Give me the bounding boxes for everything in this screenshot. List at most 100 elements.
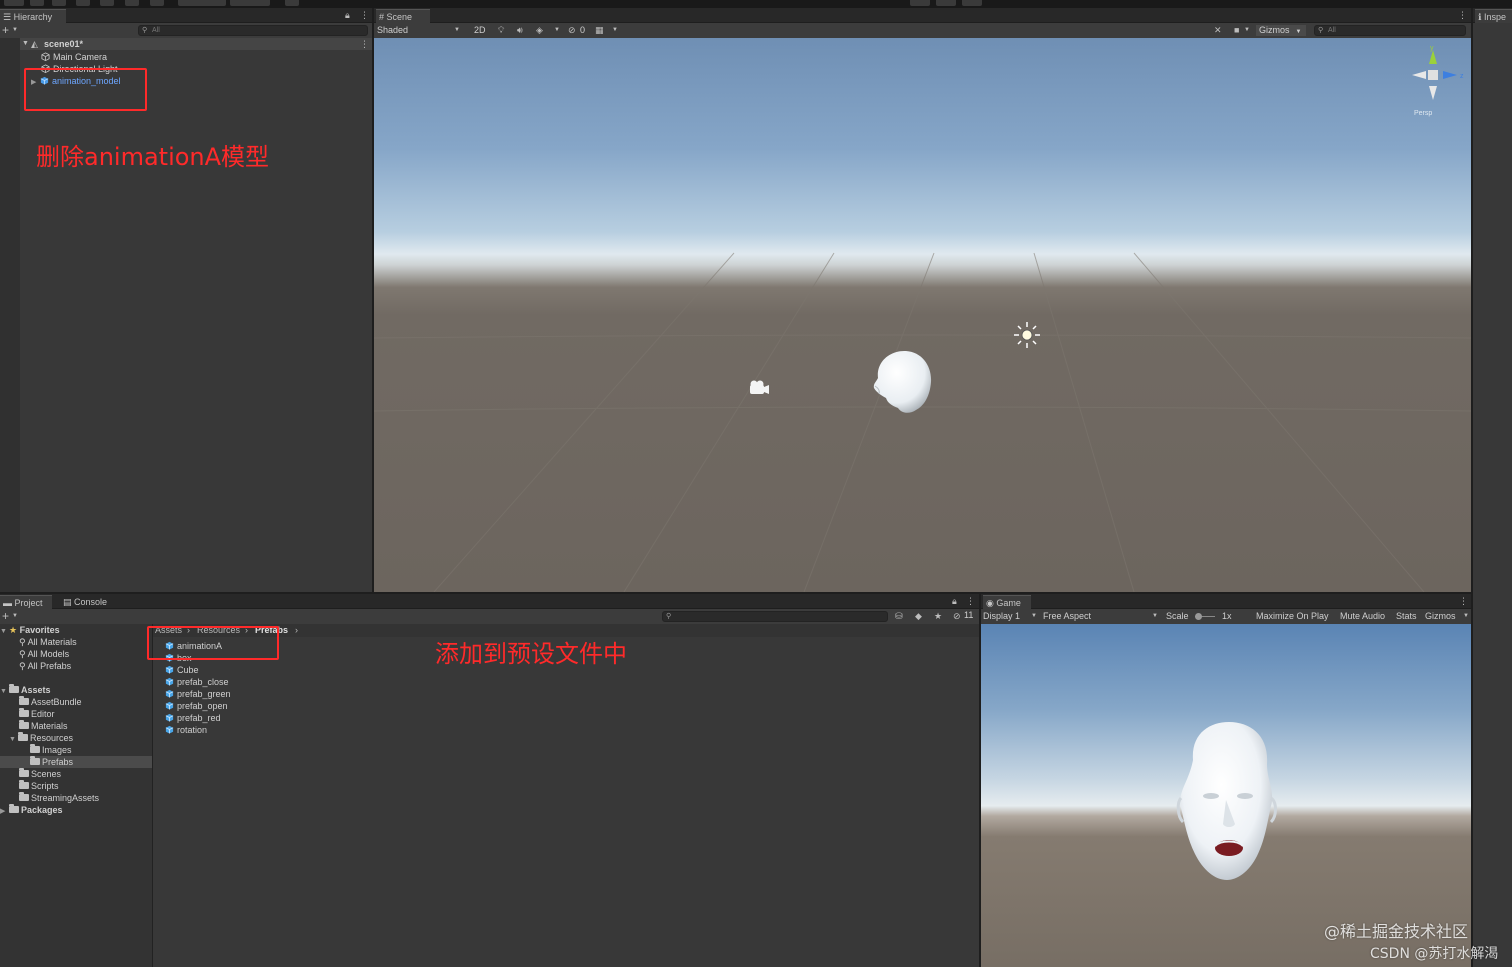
sun-icon[interactable] [1012, 320, 1042, 350]
lock-icon[interactable]: 🔒︎ [952, 595, 957, 607]
camera-icon[interactable]: ■ [1234, 24, 1239, 36]
tree-selection-bg [0, 756, 152, 768]
tree-favorites[interactable]: ▼ ★ Favorites [0, 624, 60, 636]
chevron-down-icon[interactable]: ▼ [22, 38, 29, 50]
label-icon[interactable]: ◆ [915, 610, 922, 622]
tree-folder[interactable]: Scripts [19, 780, 59, 792]
tool-button[interactable] [52, 0, 66, 6]
draw-mode-dropdown[interactable]: Shaded [377, 25, 408, 36]
tree-folder[interactable]: Materials [19, 720, 68, 732]
tree-packages[interactable]: ▶ Packages [0, 804, 63, 816]
chevron-down-icon[interactable]: ▼ [12, 610, 18, 622]
star-icon: ★ [9, 625, 18, 635]
head-model[interactable] [866, 348, 936, 418]
more-icon[interactable]: ⋮ [1458, 9, 1467, 21]
more-icon[interactable]: ⋮ [966, 595, 975, 607]
tool-button[interactable] [4, 0, 24, 6]
tool-button[interactable] [76, 0, 90, 6]
chevron-down-icon[interactable]: ▼ [1463, 610, 1469, 622]
stats-toggle[interactable]: Stats [1396, 611, 1417, 622]
pause-button[interactable] [936, 0, 956, 6]
tree-folder[interactable]: Scenes [19, 768, 61, 780]
file-item[interactable]: prefab_close [165, 676, 229, 688]
tab-game[interactable]: ◉ Game [983, 595, 1031, 609]
tree-folder[interactable]: StreamingAssets [19, 792, 99, 804]
gizmos-dropdown[interactable]: Gizmos ▼ [1256, 25, 1306, 36]
file-item[interactable]: prefab_red [165, 712, 221, 724]
tree-folder[interactable]: Images [30, 744, 72, 756]
chevron-down-icon[interactable]: ▼ [1244, 24, 1250, 36]
game-gizmos-toggle[interactable]: Gizmos [1425, 611, 1456, 622]
display-dropdown[interactable]: Display 1 [983, 611, 1020, 622]
local-button[interactable] [230, 0, 270, 6]
more-icon[interactable]: ⋮ [1459, 595, 1468, 607]
tree-all-materials[interactable]: ⚲ All Materials [19, 636, 77, 648]
filter-type-icon[interactable]: ⛁ [895, 610, 903, 622]
chevron-right-icon[interactable]: ▶ [0, 806, 9, 818]
orientation-gizmo[interactable]: y z Persp [1402, 42, 1471, 132]
tab-console[interactable]: ▤ Console [60, 595, 120, 609]
scale-slider-thumb[interactable] [1195, 613, 1202, 620]
camera-gizmo-icon[interactable] [746, 378, 772, 398]
hidden-objects-icon[interactable]: ⊘ [568, 24, 576, 36]
tree-resources[interactable]: ▼ Resources [9, 732, 73, 744]
tab-scene[interactable]: # Scene [376, 9, 430, 23]
toggle-2d-button[interactable]: 2D [474, 25, 486, 36]
tab-hierarchy[interactable]: ☰ Hierarchy [0, 9, 66, 23]
pivot-button[interactable] [178, 0, 226, 6]
chevron-down-icon[interactable]: ▼ [554, 24, 560, 36]
maximize-on-play-toggle[interactable]: Maximize On Play [1256, 611, 1329, 622]
lighting-icon[interactable]: 💡︎ [498, 24, 504, 36]
axis-label-y: y [1430, 45, 1434, 52]
chevron-down-icon[interactable]: ▼ [0, 626, 9, 638]
hidden-packages-icon[interactable]: ⊘ [953, 610, 961, 622]
grid-toggle-icon[interactable]: ▦ [595, 24, 604, 36]
chevron-down-icon[interactable]: ▼ [1031, 610, 1037, 622]
project-search-input[interactable]: ⚲ [662, 611, 888, 622]
more-icon[interactable]: ⋮ [360, 38, 369, 50]
hierarchy-item-main-camera[interactable]: Main Camera [41, 51, 107, 63]
game-viewport[interactable] [981, 624, 1471, 967]
scene-viewport[interactable]: y z Persp [374, 38, 1471, 592]
chevron-down-icon[interactable]: ▼ [1152, 610, 1158, 622]
play-button[interactable] [910, 0, 930, 6]
tab-inspector[interactable]: ℹ︎ Inspe [1475, 9, 1512, 23]
hierarchy-search-input[interactable]: ⚲ All [138, 25, 368, 36]
tools-icon[interactable]: ✕ [1214, 24, 1222, 36]
tab-project[interactable]: ▬ Project [0, 595, 52, 609]
chevron-down-icon[interactable]: ▼ [0, 686, 9, 698]
chevron-down-icon[interactable]: ▼ [9, 734, 18, 746]
chevron-down-icon[interactable]: ▼ [612, 24, 618, 36]
tree-assets[interactable]: ▼ Assets [0, 684, 51, 696]
file-item[interactable]: prefab_green [165, 688, 231, 700]
file-item[interactable]: Cube [165, 664, 199, 676]
chevron-down-icon[interactable]: ▼ [454, 24, 460, 36]
tool-button[interactable] [100, 0, 114, 6]
add-icon[interactable]: + [2, 24, 9, 36]
file-item[interactable]: prefab_open [165, 700, 228, 712]
tree-all-models[interactable]: ⚲ All Models [19, 648, 69, 660]
audio-icon[interactable]: 🔊︎ [517, 24, 523, 36]
tool-button[interactable] [30, 0, 44, 6]
aspect-dropdown[interactable]: Free Aspect [1043, 611, 1091, 622]
chevron-down-icon[interactable]: ▼ [12, 24, 18, 36]
snap-button[interactable] [285, 0, 299, 6]
star-icon[interactable]: ★ [934, 610, 942, 622]
scene-name: scene01* [44, 39, 84, 49]
more-icon[interactable]: ⋮ [360, 9, 369, 21]
tree-folder-prefabs[interactable]: Prefabs [30, 756, 73, 768]
effects-icon[interactable]: ◈ [536, 24, 543, 36]
file-item[interactable]: rotation [165, 724, 207, 736]
tree-folder[interactable]: AssetBundle [19, 696, 82, 708]
scene-row[interactable]: ▼ ◭ scene01* ⋮ [0, 38, 372, 50]
tree-folder[interactable]: Editor [19, 708, 55, 720]
mute-audio-toggle[interactable]: Mute Audio [1340, 611, 1385, 622]
tree-all-prefabs[interactable]: ⚲ All Prefabs [19, 660, 71, 672]
add-icon[interactable]: + [2, 610, 9, 622]
lock-icon[interactable]: 🔒︎ [345, 9, 350, 21]
tool-button[interactable] [150, 0, 164, 6]
divider [979, 594, 981, 967]
scene-search-input[interactable]: ⚲ All [1314, 25, 1466, 36]
step-button[interactable] [962, 0, 982, 6]
tool-button[interactable] [125, 0, 139, 6]
